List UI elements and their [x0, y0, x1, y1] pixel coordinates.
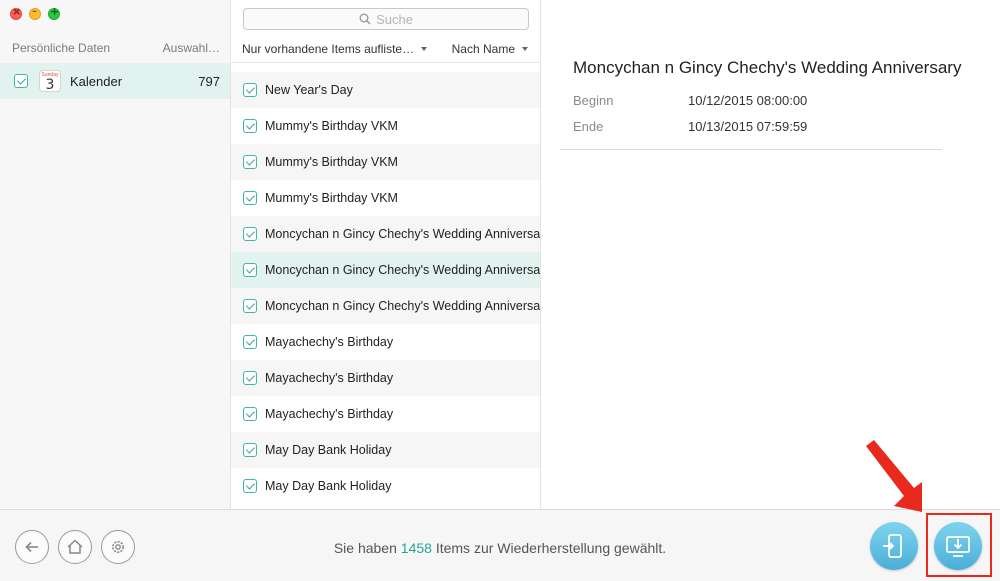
- status-prefix: Sie haben: [333, 540, 397, 556]
- item-checkbox[interactable]: [243, 119, 257, 133]
- item-list: New Year's Day Mummy's Birthday VKM Mumm…: [231, 72, 541, 504]
- item-checkbox[interactable]: [243, 371, 257, 385]
- end-label: Ende: [573, 119, 604, 134]
- filter-dropdown[interactable]: Nur vorhandene Items aufliste…: [242, 42, 428, 56]
- calendar-icon: Sunday 3: [39, 70, 61, 92]
- item-checkbox[interactable]: [243, 479, 257, 493]
- search-icon: [359, 13, 371, 25]
- list-item-label: Mummy's Birthday VKM: [265, 155, 398, 169]
- filter-dropdown-label: Nur vorhandene Items aufliste…: [242, 42, 415, 56]
- close-window-button[interactable]: [10, 5, 22, 20]
- item-checkbox[interactable]: [243, 443, 257, 457]
- detail-title: Moncychan n Gincy Chechy's Wedding Anniv…: [573, 58, 962, 77]
- list-item-label: Moncychan n Gincy Chechy's Wedding Anniv…: [265, 227, 541, 241]
- begin-label: Beginn: [573, 93, 614, 108]
- item-checkbox[interactable]: [243, 407, 257, 421]
- item-checkbox[interactable]: [243, 335, 257, 349]
- item-checkbox[interactable]: [243, 83, 257, 97]
- list-item-label: Mummy's Birthday VKM: [265, 119, 398, 133]
- list-item-label: Mummy's Birthday VKM: [265, 191, 398, 205]
- list-item[interactable]: May Day Bank Holiday: [231, 432, 540, 468]
- sidebar-item-checkbox[interactable]: [14, 74, 28, 88]
- begin-value: 10/12/2015 08:00:00: [688, 93, 808, 108]
- sort-dropdown-label: Nach Name: [451, 42, 515, 56]
- search-input[interactable]: Suche: [243, 8, 529, 30]
- detail-pane: Moncychan n Gincy Chechy's Wedding Anniv…: [542, 0, 1000, 509]
- item-checkbox[interactable]: [243, 155, 257, 169]
- list-item[interactable]: Moncychan n Gincy Chechy's Wedding Anniv…: [231, 288, 541, 324]
- select-all-toggle[interactable]: Auswahl…: [163, 41, 220, 55]
- item-list-pane: Suche Nur vorhandene Items aufliste… Nac…: [231, 0, 541, 509]
- calendar-icon-day: 3: [45, 77, 55, 93]
- status-text: Sie haben 1458 Items zur Wiederherstellu…: [0, 540, 1000, 556]
- sidebar-header: Persönliche Daten Auswahl…: [12, 41, 220, 55]
- search-placeholder: Suche: [376, 11, 413, 27]
- chevron-down-icon: [421, 47, 428, 51]
- end-value: 10/13/2015 07:59:59: [688, 119, 808, 134]
- annotation-arrow-icon: [866, 440, 922, 512]
- item-checkbox[interactable]: [243, 227, 257, 241]
- sidebar-item-label: Kalender: [70, 73, 123, 89]
- list-item-label: Mayachechy's Birthday: [265, 335, 394, 349]
- list-item[interactable]: Mummy's Birthday VKM: [231, 144, 540, 180]
- list-item[interactable]: Mummy's Birthday VKM: [231, 108, 540, 144]
- sort-dropdown[interactable]: Nach Name: [452, 42, 528, 56]
- sidebar: Persönliche Daten Auswahl… Sunday 3 Kale…: [0, 0, 231, 509]
- detail-end-row: Ende 10/13/2015 07:59:59: [573, 119, 807, 134]
- list-item[interactable]: New Year's Day: [231, 72, 540, 108]
- list-item-label: Mayachechy's Birthday: [265, 371, 394, 385]
- list-item[interactable]: May Day Bank Holiday: [231, 468, 540, 504]
- annotation-highlight-box: [926, 513, 992, 577]
- minimize-window-button[interactable]: [29, 6, 41, 20]
- window-controls: [10, 5, 60, 20]
- list-item[interactable]: Mayachechy's Birthday: [231, 396, 540, 432]
- divider: [231, 62, 540, 63]
- list-item[interactable]: Moncychan n Gincy Chechy's Wedding Anniv…: [231, 216, 541, 252]
- list-filters: Nur vorhandene Items aufliste… Nach Name: [242, 42, 528, 56]
- item-checkbox[interactable]: [243, 191, 257, 205]
- restore-to-device-button[interactable]: [870, 522, 918, 570]
- sidebar-header-title: Persönliche Daten: [12, 41, 111, 55]
- list-item-label: May Day Bank Holiday: [265, 479, 392, 493]
- list-item[interactable]: Mayachechy's Birthday: [231, 324, 540, 360]
- list-item-label: Mayachechy's Birthday: [265, 407, 394, 421]
- list-item-label: May Day Bank Holiday: [265, 443, 392, 457]
- maximize-window-button[interactable]: [48, 5, 60, 20]
- detail-begin-row: Beginn 10/12/2015 08:00:00: [573, 93, 807, 108]
- list-item[interactable]: Mummy's Birthday VKM: [231, 180, 540, 216]
- list-item-selected[interactable]: Moncychan n Gincy Chechy's Wedding Anniv…: [231, 252, 541, 288]
- status-suffix: Items zur Wiederherstellung gewählt.: [435, 540, 667, 556]
- list-item-label: New Year's Day: [265, 83, 353, 97]
- sidebar-item-count: 797: [198, 73, 220, 89]
- item-checkbox[interactable]: [243, 299, 257, 313]
- list-item-label: Moncychan n Gincy Chechy's Wedding Anniv…: [265, 263, 541, 277]
- item-checkbox[interactable]: [243, 263, 257, 277]
- list-item[interactable]: Mayachechy's Birthday: [231, 360, 540, 396]
- sidebar-item-kalender[interactable]: Sunday 3 Kalender 797: [0, 63, 230, 99]
- status-count: 1458: [400, 540, 432, 556]
- chevron-down-icon: [522, 47, 528, 51]
- divider: [560, 149, 942, 150]
- bottom-toolbar: Sie haben 1458 Items zur Wiederherstellu…: [0, 509, 1000, 581]
- list-item-label: Moncychan n Gincy Chechy's Wedding Anniv…: [265, 299, 541, 313]
- phone-restore-icon: [883, 534, 902, 558]
